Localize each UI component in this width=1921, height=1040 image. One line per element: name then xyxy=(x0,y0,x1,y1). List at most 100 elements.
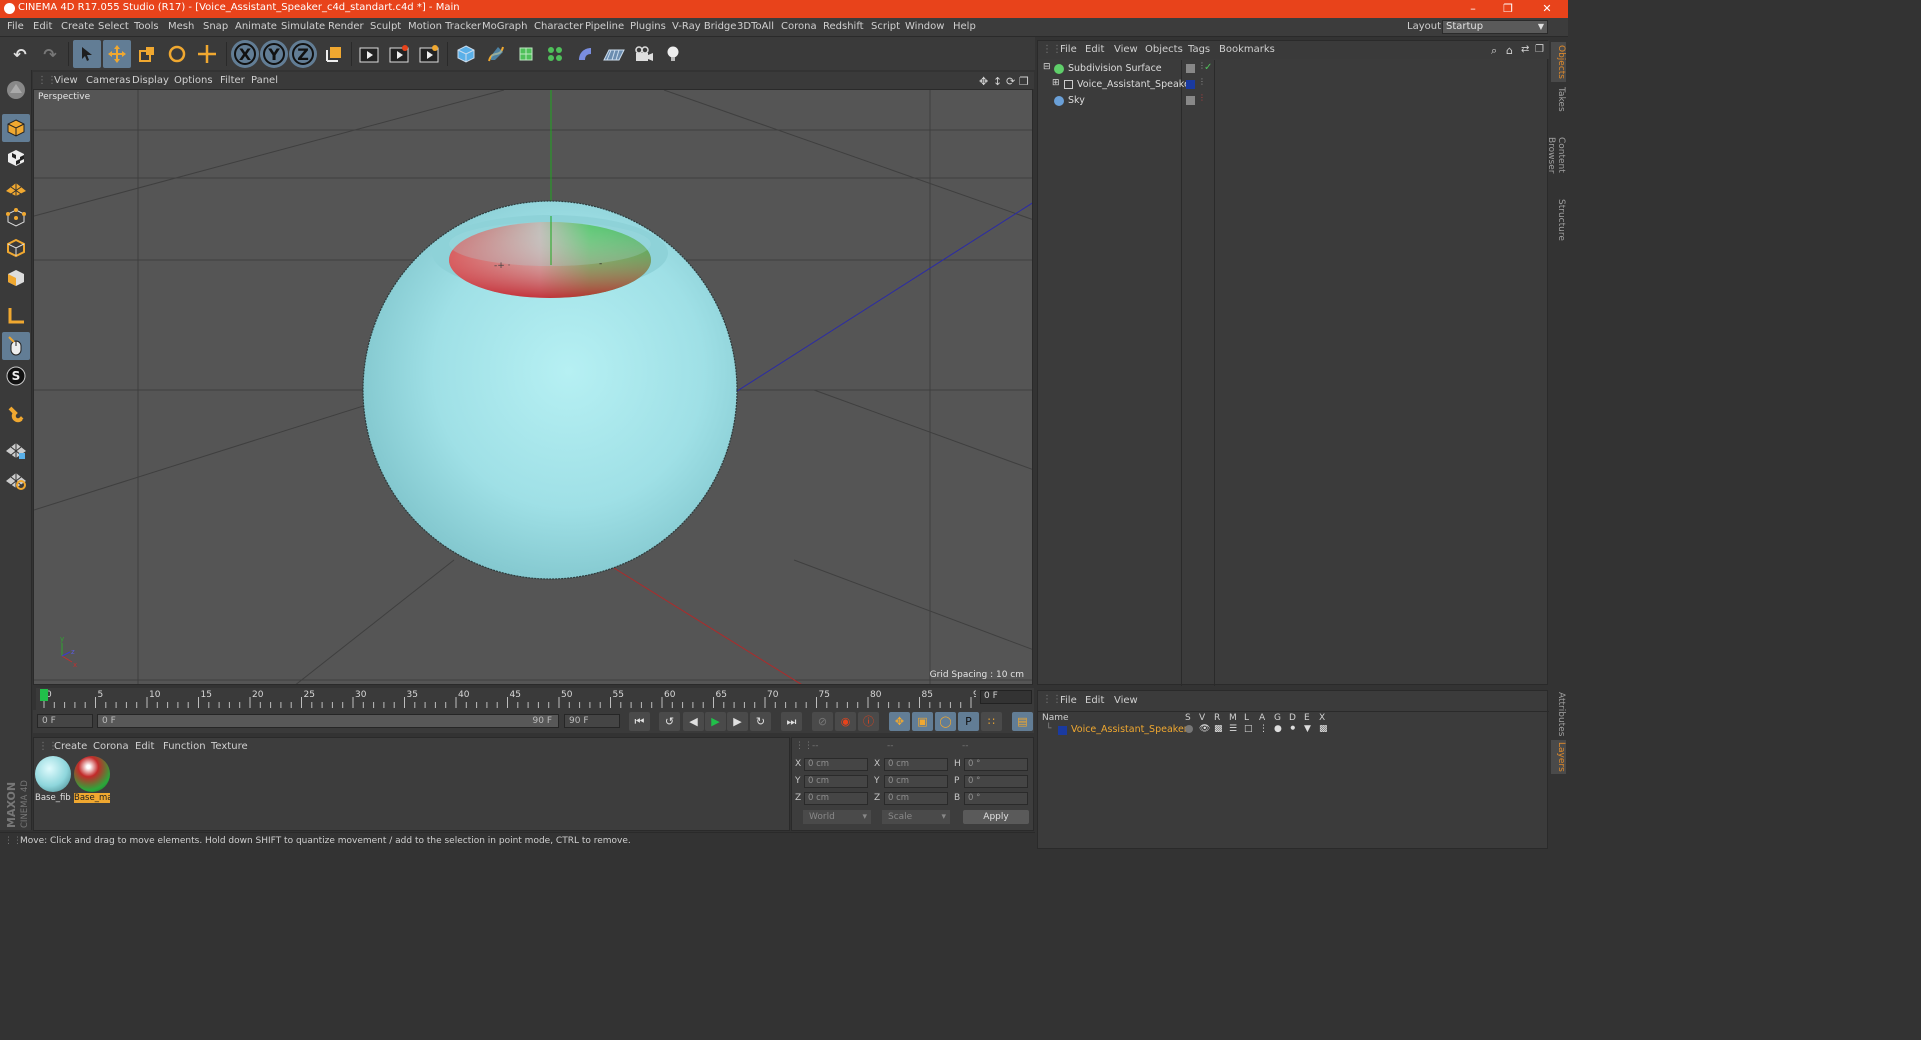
material-menu-create[interactable]: Create xyxy=(54,741,87,752)
workplane-rotate-icon[interactable] xyxy=(2,466,30,494)
rotate-tool-icon[interactable] xyxy=(163,40,191,68)
material-thumbnail[interactable] xyxy=(74,756,110,792)
menu-sculpt[interactable]: Sculpt xyxy=(370,21,401,32)
layers-menu-edit[interactable]: Edit xyxy=(1085,695,1104,706)
menu-simulate[interactable]: Simulate xyxy=(281,21,325,32)
column-generators[interactable]: G xyxy=(1274,713,1281,723)
key-scale-icon[interactable]: ▣ xyxy=(912,712,933,731)
key-position-icon[interactable]: ✥ xyxy=(889,712,910,731)
next-key-icon[interactable]: ↻ xyxy=(750,712,771,731)
visibility-dots-icon[interactable]: ⋮ xyxy=(1198,77,1206,86)
pos-z-field[interactable]: 0 cm xyxy=(804,792,868,805)
column-xref[interactable]: X xyxy=(1319,713,1325,723)
column-manager[interactable]: M xyxy=(1229,713,1237,723)
size-x-field[interactable]: 0 cm xyxy=(884,758,948,771)
start-frame-field[interactable]: 0 F xyxy=(37,714,93,728)
subdivision-surface-icon[interactable] xyxy=(512,40,540,68)
object-name[interactable]: Voice_Assistant_Speaker xyxy=(1077,79,1194,90)
menu-vray-bridge[interactable]: V-Ray Bridge xyxy=(672,21,736,32)
objects-menu-objects[interactable]: Objects xyxy=(1145,44,1183,55)
home-icon[interactable]: ⌂ xyxy=(1506,44,1513,57)
menu-corona[interactable]: Corona xyxy=(781,21,817,32)
solo-toggle-icon[interactable] xyxy=(1185,725,1193,733)
grip-icon[interactable]: ⋮⋮ xyxy=(795,741,813,751)
magnet-snap-icon[interactable] xyxy=(2,400,30,428)
material-thumbnail[interactable] xyxy=(35,756,71,792)
menu-plugins[interactable]: Plugins xyxy=(630,21,666,32)
tab-attributes[interactable]: Attributes xyxy=(1551,691,1566,737)
coordinate-space-dropdown[interactable]: World ▾ xyxy=(803,810,871,824)
cube-primitive-icon[interactable] xyxy=(452,40,480,68)
material-name-selected[interactable]: Base_ma xyxy=(74,793,110,803)
layer-color-swatch[interactable] xyxy=(1058,726,1067,735)
viewport-menu-filter[interactable]: Filter xyxy=(220,75,245,86)
deformer-toggle-icon[interactable]: ⚫ xyxy=(1289,724,1297,734)
perspective-viewport[interactable]: -+ · - y x z Perspective Grid Spacing : … xyxy=(33,89,1033,685)
undo-icon[interactable]: ↶ xyxy=(6,40,34,68)
camera-object-icon[interactable] xyxy=(630,40,658,68)
redo-icon[interactable]: ↷ xyxy=(36,40,64,68)
column-expressions[interactable]: E xyxy=(1304,713,1310,723)
timeline-window-icon[interactable]: ▤ xyxy=(1012,712,1033,731)
timeline-ruler[interactable]: 051015202530354045505560657075808590 0 F xyxy=(36,688,1034,710)
column-view[interactable]: V xyxy=(1199,713,1205,723)
render-toggle-icon[interactable]: ▩ xyxy=(1214,724,1223,734)
end-frame-field[interactable]: 90 F xyxy=(564,714,620,728)
layer-name[interactable]: Voice_Assistant_Speaker xyxy=(1071,724,1188,735)
expand-panel-icon[interactable]: ❐ xyxy=(1535,44,1544,55)
view-toggle-icon[interactable]: 👁 xyxy=(1199,724,1210,734)
column-name[interactable]: Name xyxy=(1042,713,1069,723)
workplane-mode-icon[interactable] xyxy=(2,174,30,202)
menu-redshift[interactable]: Redshift xyxy=(823,21,864,32)
objects-menu-view[interactable]: View xyxy=(1114,44,1138,55)
minimize-icon[interactable]: – xyxy=(1458,0,1488,18)
pos-x-field[interactable]: 0 cm xyxy=(804,758,868,771)
record-keys-disabled-icon[interactable]: ⊘ xyxy=(812,712,833,731)
y-axis-lock-button[interactable]: Y xyxy=(260,40,288,68)
tab-takes[interactable]: Takes xyxy=(1551,86,1566,112)
menu-edit[interactable]: Edit xyxy=(33,21,52,32)
autokey-record-icon[interactable]: ◉ xyxy=(835,712,856,731)
previous-key-icon[interactable]: ↺ xyxy=(659,712,680,731)
coordinate-system-icon[interactable] xyxy=(320,40,348,68)
x-axis-lock-button[interactable]: X xyxy=(231,40,259,68)
objects-menu-file[interactable]: File xyxy=(1060,44,1077,55)
column-locked[interactable]: L xyxy=(1244,713,1249,723)
tab-layers[interactable]: Layers xyxy=(1551,740,1566,774)
menu-pipeline[interactable]: Pipeline xyxy=(585,21,624,32)
column-deformers[interactable]: D xyxy=(1289,713,1296,723)
viewport-maximize-icon[interactable]: ❐ xyxy=(1019,75,1029,88)
deformer-bend-icon[interactable] xyxy=(571,40,599,68)
close-icon[interactable]: ✕ xyxy=(1532,0,1562,18)
visibility-dots-icon[interactable]: ⋮ xyxy=(1198,93,1206,102)
polygons-mode-icon[interactable] xyxy=(2,264,30,292)
key-pla-icon[interactable]: ∷ xyxy=(981,712,1002,731)
manager-toggle-icon[interactable]: ☰ xyxy=(1229,724,1237,734)
render-settings-icon[interactable] xyxy=(415,40,443,68)
rot-h-field[interactable]: 0 ° xyxy=(964,758,1028,771)
move-tool-icon[interactable] xyxy=(103,40,131,68)
layer-row[interactable]: └ Voice_Assistant_Speaker 👁 ▩ ☰ □ ⋮ ● ⚫ … xyxy=(1040,724,1547,737)
menu-help[interactable]: Help xyxy=(953,21,976,32)
layer-color-icon[interactable] xyxy=(1186,80,1195,89)
menu-snap[interactable]: Snap xyxy=(203,21,228,32)
viewport-zoom-icon[interactable]: ↕ xyxy=(993,75,1002,88)
render-picture-viewer-icon[interactable] xyxy=(385,40,413,68)
layout-select[interactable]: Startup ▼ xyxy=(1442,20,1548,34)
viewport-menu-display[interactable]: Display xyxy=(132,75,169,86)
live-transform-icon[interactable] xyxy=(193,40,221,68)
texture-mode-icon[interactable] xyxy=(2,144,30,172)
expand-icon[interactable]: ⊞ xyxy=(1052,78,1060,88)
make-editable-icon[interactable] xyxy=(2,76,30,104)
size-z-field[interactable]: 0 cm xyxy=(884,792,948,805)
restore-icon[interactable]: ❐ xyxy=(1493,0,1523,18)
model-mode-icon[interactable] xyxy=(2,114,30,142)
layers-menu-view[interactable]: View xyxy=(1114,695,1138,706)
menu-file[interactable]: File xyxy=(7,21,24,32)
enabled-check-icon[interactable]: ✓ xyxy=(1204,62,1212,73)
viewport-menu-view[interactable]: View xyxy=(54,75,78,86)
apply-button[interactable]: Apply xyxy=(963,810,1029,824)
scale-tool-icon[interactable] xyxy=(133,40,161,68)
viewport-menu-options[interactable]: Options xyxy=(174,75,213,86)
axis-mode-icon[interactable] xyxy=(2,302,30,330)
